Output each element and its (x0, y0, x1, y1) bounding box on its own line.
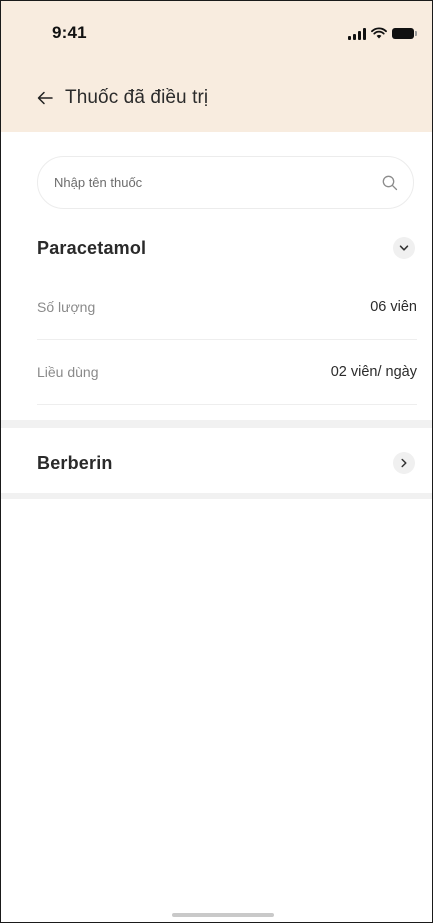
page-title: Thuốc đã điều trị (65, 87, 209, 108)
medication-name: Paracetamol (37, 237, 147, 258)
detail-value: 02 viên/ ngày (330, 364, 417, 380)
detail-label: Số lượng (37, 299, 96, 315)
home-indicator (172, 913, 274, 917)
section-divider (1, 420, 432, 428)
status-time: 9:41 (52, 23, 87, 42)
chevron-right-icon (401, 458, 407, 468)
back-button[interactable] (34, 87, 56, 109)
medication-name: Berberin (37, 452, 113, 473)
medication-header-paracetamol[interactable]: Paracetamol (37, 233, 417, 263)
status-bar: 9:41 (1, 1, 432, 63)
search-icon[interactable] (381, 174, 399, 192)
section-divider (1, 493, 432, 499)
signal-icon (348, 27, 366, 40)
wifi-icon (371, 27, 387, 39)
detail-value: 06 viên (370, 299, 417, 315)
medication-header-berberin[interactable]: Berberin (37, 448, 417, 478)
header-area: 9:41 Thuốc đã điều trị (1, 1, 432, 132)
expand-toggle-button[interactable] (393, 237, 415, 259)
app-bar: Thuốc đã điều trị (1, 81, 432, 117)
battery-icon (392, 27, 417, 39)
search-input[interactable] (54, 175, 354, 190)
phone-screen: 9:41 Thuốc đã điều trị Nhập tên thuốc Pa… (0, 0, 433, 923)
detail-row-quantity: Số lượng 06 viên (37, 275, 417, 340)
detail-row-dosage: Liều dùng 02 viên/ ngày (37, 340, 417, 405)
search-box (37, 156, 414, 209)
detail-label: Liều dùng (37, 364, 99, 380)
arrow-left-icon (37, 91, 53, 105)
chevron-down-icon (399, 245, 409, 251)
status-icons (348, 25, 417, 41)
expand-toggle-button[interactable] (393, 452, 415, 474)
